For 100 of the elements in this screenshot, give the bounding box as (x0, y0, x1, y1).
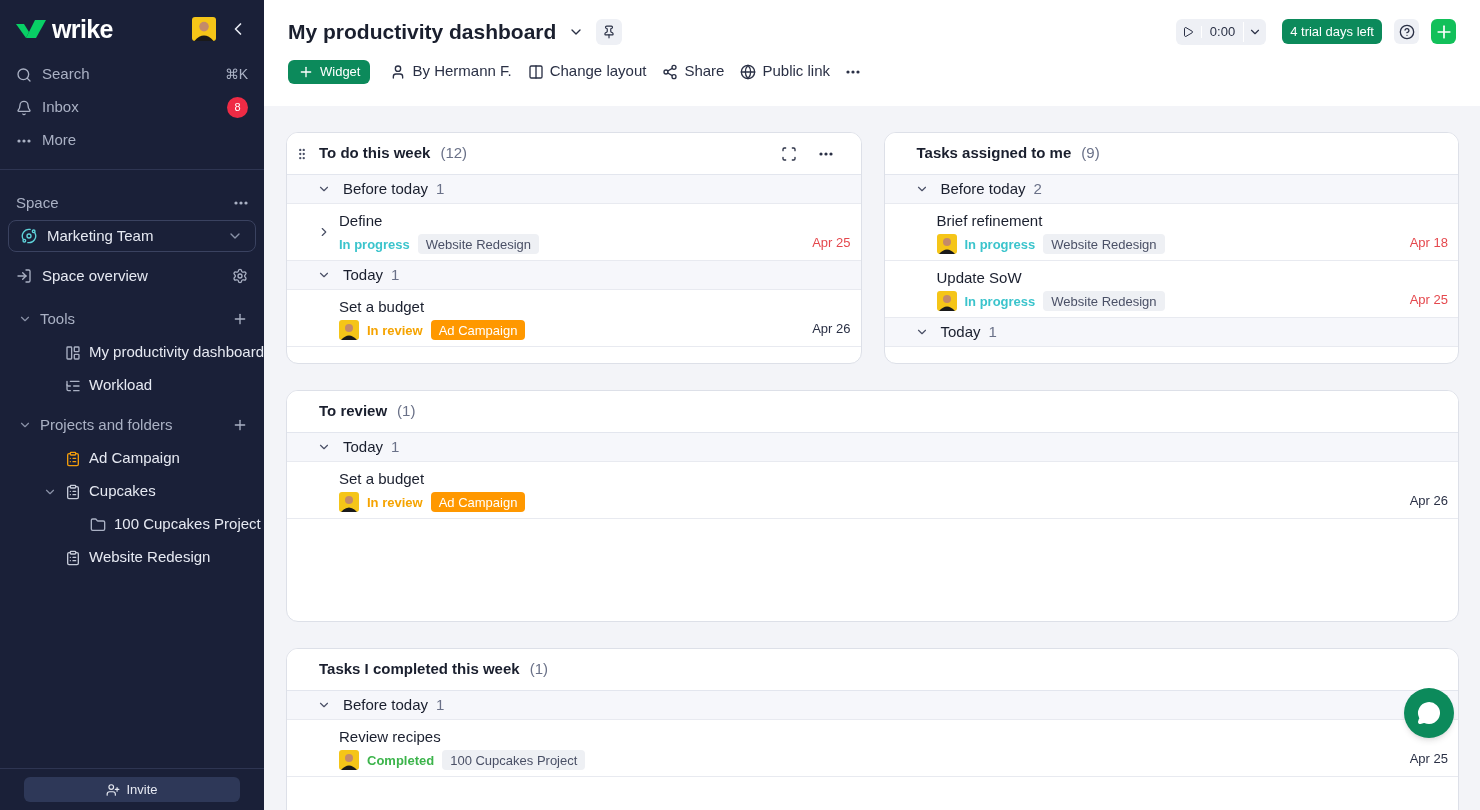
due-date: Apr 26 (812, 319, 851, 338)
group-label[interactable]: Today (940, 320, 981, 344)
project-tag[interactable]: Website Redesign (417, 234, 540, 255)
logo-icon (16, 19, 46, 39)
space-selector[interactable]: Marketing Team (8, 220, 256, 252)
widget-title: To do this week (319, 143, 431, 164)
assignee-avatar (339, 320, 359, 341)
task-title[interactable]: Update SoW (936, 266, 1022, 290)
expand-icon[interactable] (780, 145, 797, 162)
task-title[interactable]: Review recipes (339, 725, 441, 749)
group-label[interactable]: Today (343, 263, 384, 287)
dashboard-icon (64, 344, 81, 361)
folder-icon (90, 516, 106, 533)
sidebar-item[interactable]: My productivity dashboard (88, 341, 264, 364)
help-button[interactable] (1394, 19, 1419, 45)
group-count: 1 (988, 321, 997, 342)
task-title[interactable]: Set a budget (339, 295, 425, 319)
user-avatar (192, 17, 216, 41)
sidebar-item[interactable]: Workload (89, 374, 153, 397)
group-label[interactable]: Before today (343, 693, 429, 717)
widget-count: (12) (440, 143, 468, 164)
due-date: Apr 18 (1409, 233, 1448, 252)
nav-item[interactable]: More (42, 129, 77, 152)
due-date: Apr 25 (812, 233, 851, 252)
share-icon (662, 63, 679, 80)
shortcut-text: ⌘K (224, 65, 248, 84)
sidebar-item[interactable]: 100 Cupcakes Project (114, 513, 261, 536)
timer-text: 0:00 (1201, 22, 1245, 42)
group-count: 2 (1033, 178, 1042, 199)
widget-title: Tasks I completed this week (319, 659, 520, 680)
toolbar-button[interactable]: Share (662, 60, 725, 83)
add-widget-button[interactable]: Widget (288, 59, 371, 84)
widget-count: (1) (397, 401, 416, 422)
add-user-icon (106, 782, 121, 797)
due-date: Apr 25 (1409, 749, 1448, 768)
widget-title: To review (319, 401, 388, 422)
bell-icon (16, 99, 32, 116)
settings-icon[interactable] (232, 268, 248, 284)
sidebar-item[interactable]: Website Redesign (89, 546, 211, 569)
chat-icon (1417, 701, 1441, 725)
section-label[interactable]: Projects and folders (40, 413, 224, 437)
help-icon (1398, 23, 1415, 40)
group-label[interactable]: Before today (343, 177, 429, 201)
widget-count: (1) (529, 659, 548, 680)
toolbar-button[interactable]: By Hermann F. (390, 60, 512, 83)
timer-control[interactable]: 0:00 (1175, 18, 1267, 45)
project-tag[interactable]: 100 Cupcakes Project (442, 750, 586, 771)
status-label: In review (367, 321, 423, 340)
more-icon[interactable] (234, 201, 248, 205)
task-title[interactable]: Define (339, 209, 383, 233)
group-count: 1 (391, 436, 400, 457)
due-date: Apr 25 (1409, 290, 1448, 309)
widget-title: Tasks assigned to me (916, 143, 1072, 164)
section-label: Space (16, 192, 59, 213)
search-icon (16, 66, 32, 83)
group-count: 1 (391, 264, 400, 285)
project-tag[interactable]: Website Redesign (1043, 234, 1165, 255)
assignee-avatar (339, 750, 359, 771)
group-label[interactable]: Before today (940, 177, 1026, 201)
toolbar-button[interactable]: Change layout (527, 60, 647, 83)
pin-button[interactable] (596, 18, 623, 45)
group-count: 1 (436, 694, 445, 715)
sidebar-item[interactable]: Space overview (42, 264, 222, 288)
trial-button[interactable]: 4 trial days left (1282, 19, 1382, 45)
group-label[interactable]: Today (343, 435, 384, 459)
group-count: 1 (436, 178, 445, 199)
enter-icon (16, 268, 32, 284)
play-icon (1182, 25, 1195, 38)
unread-count: 8 (227, 97, 248, 118)
nav-item[interactable]: Inbox (42, 96, 79, 119)
project-tag[interactable]: Website Redesign (1043, 291, 1165, 312)
task-title[interactable]: Set a budget (339, 467, 425, 491)
more-icon (17, 138, 31, 143)
more-icon[interactable] (846, 69, 860, 74)
status-label: In progress (964, 235, 1036, 254)
widget-count: (9) (1081, 143, 1100, 164)
add-icon[interactable] (232, 311, 248, 327)
sidebar-item[interactable]: Ad Campaign (89, 447, 180, 470)
nav-item[interactable]: Search (42, 63, 90, 86)
toolbar-button[interactable]: Public link (740, 60, 830, 83)
assignee-avatar (936, 234, 957, 255)
status-label: In progress (964, 292, 1036, 311)
invite-button[interactable]: Invite (24, 777, 240, 802)
planet-icon (21, 228, 37, 244)
sidebar-item[interactable]: Cupcakes (89, 480, 156, 503)
pin-icon (602, 24, 617, 39)
task-title[interactable]: Brief refinement (936, 209, 1043, 233)
assignee-avatar (936, 291, 957, 312)
page-title: My productivity dashboard (288, 19, 557, 45)
status-label: In progress (339, 235, 410, 254)
status-label: In review (367, 493, 423, 512)
add-icon[interactable] (232, 417, 248, 433)
logo-text: wrike (52, 16, 113, 42)
globe-icon (740, 63, 757, 80)
section-label[interactable]: Tools (40, 307, 224, 331)
assignee-avatar (339, 492, 359, 513)
more-icon[interactable] (818, 151, 833, 156)
layout-icon (527, 63, 544, 80)
due-date: Apr 26 (1409, 491, 1448, 510)
status-label: Completed (367, 751, 435, 770)
